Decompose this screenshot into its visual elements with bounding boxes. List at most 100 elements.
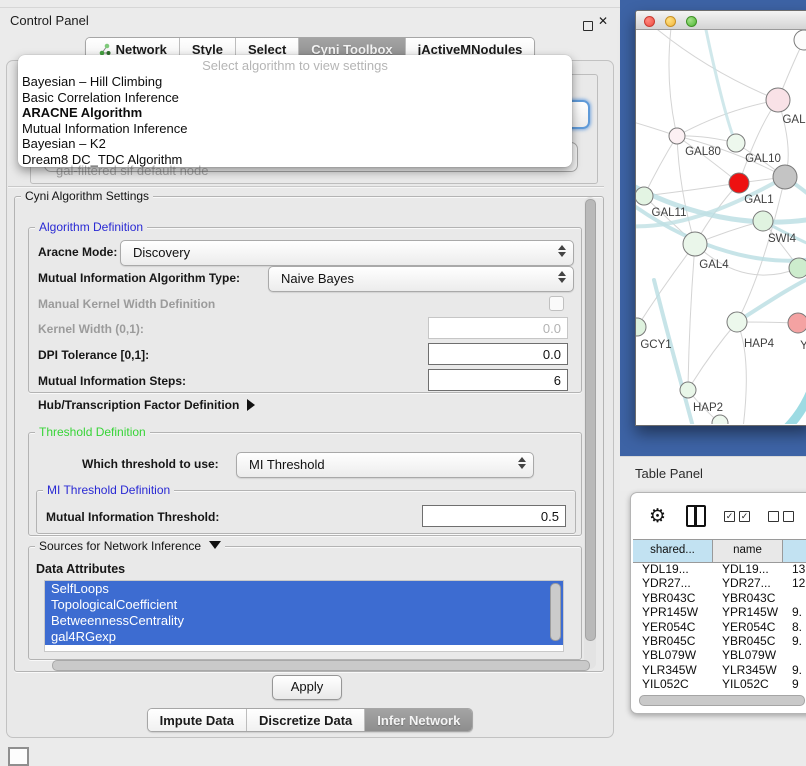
network-node[interactable] <box>683 232 707 256</box>
network-edge <box>646 30 778 100</box>
attribute-item-selected[interactable]: SelfLoops <box>45 581 563 597</box>
attribute-item-selected[interactable]: BetweennessCentrality <box>45 613 563 629</box>
table-hscrollbar-thumb[interactable] <box>639 695 805 706</box>
table-row[interactable]: YPR145WYPR145W9. <box>633 605 806 619</box>
table-cell: YPR145W <box>713 605 783 619</box>
algorithm-option[interactable]: Mutual Information Inference <box>20 121 568 137</box>
divider <box>8 186 604 187</box>
algorithm-option[interactable]: Bayesian – Hill Climbing <box>20 74 568 90</box>
network-node[interactable] <box>789 258 806 278</box>
table-row[interactable]: YDR27...YDR27...12 <box>633 576 806 590</box>
manual-kernel-checkbox[interactable] <box>549 296 564 311</box>
table-row[interactable]: YBR043CYBR043C <box>633 591 806 605</box>
uncheck-all-icon[interactable] <box>768 511 794 522</box>
zoom-traffic-light[interactable] <box>686 16 697 27</box>
aracne-mode-combo[interactable]: Discovery <box>120 240 574 266</box>
settings-scrollbar-thumb[interactable] <box>585 199 596 641</box>
table-cell: YER054C <box>633 620 713 634</box>
stepper-icon <box>518 457 526 469</box>
column-header[interactable] <box>783 540 806 562</box>
network-node[interactable] <box>753 211 773 231</box>
tab-impute-data[interactable]: Impute Data <box>148 709 247 731</box>
table-body: YDL19...YDL19...13YDR27...YDR27...12YBR0… <box>633 562 806 692</box>
network-node[interactable] <box>727 134 745 152</box>
network-node[interactable] <box>636 187 653 205</box>
node-label: HAP4 <box>744 338 775 350</box>
settings-hscrollbar-thumb[interactable] <box>52 660 590 671</box>
network-node[interactable] <box>669 128 685 144</box>
network-node[interactable] <box>712 415 728 424</box>
table-cell: YLR345W <box>713 663 783 677</box>
network-node[interactable] <box>729 173 749 193</box>
table-cell: YBL079W <box>713 648 783 662</box>
dpi-tolerance-field[interactable]: 0.0 <box>428 343 568 365</box>
settings-gear-icon[interactable]: ⚙ <box>649 507 666 526</box>
network-node[interactable] <box>773 165 797 189</box>
list-scrollbar[interactable] <box>550 583 561 641</box>
network-node[interactable] <box>727 312 747 332</box>
attribute-item-selected[interactable]: TopologicalCoefficient <box>45 597 563 613</box>
table-cell: 12 <box>783 576 806 590</box>
apply-button[interactable]: Apply <box>272 675 342 700</box>
network-edge <box>637 244 695 327</box>
table-cell: YDL19... <box>633 562 713 576</box>
network-canvas[interactable]: GALGAL80GAL10GAL1GAL11SWI4GAL4GCY1HAP4YH… <box>636 30 806 424</box>
minimize-traffic-light[interactable] <box>665 16 676 27</box>
network-window-titlebar[interactable] <box>636 11 806 30</box>
network-node[interactable] <box>794 30 806 50</box>
table-cell: 9 <box>783 677 806 691</box>
algorithm-definition-title: Algorithm Definition <box>35 220 147 234</box>
network-edge <box>669 30 677 136</box>
table-header-row: shared...name <box>633 539 806 563</box>
network-edge <box>688 322 737 390</box>
node-label: GAL80 <box>685 146 721 158</box>
network-edge-highlighted <box>744 355 806 424</box>
mi-algorithm-type-value: Naive Bayes <box>281 271 354 286</box>
network-view-window[interactable]: GALGAL80GAL10GAL1GAL11SWI4GAL4GCY1HAP4YH… <box>635 10 806 426</box>
algorithm-option[interactable]: Basic Correlation Inference <box>20 90 568 106</box>
attribute-item-selected[interactable]: gal4RGexp <box>45 629 563 645</box>
split-columns-icon[interactable] <box>686 505 706 527</box>
close-icon[interactable]: ✕ <box>598 14 608 28</box>
mi-algorithm-type-combo[interactable]: Naive Bayes <box>268 266 574 292</box>
table-row[interactable]: YBL079WYBL079W <box>633 648 806 662</box>
unchecked-box-icon <box>783 511 794 522</box>
minimized-panel-icon[interactable] <box>8 747 29 766</box>
hub-definition-toggle[interactable]: Hub/Transcription Factor Definition <box>38 398 255 412</box>
network-node[interactable] <box>680 382 696 398</box>
close-traffic-light[interactable] <box>644 16 655 27</box>
table-cell <box>783 591 806 605</box>
threshold-definition-title: Threshold Definition <box>35 425 150 439</box>
which-threshold-combo[interactable]: MI Threshold <box>236 452 534 478</box>
kernel-width-field[interactable]: 0.0 <box>428 317 568 339</box>
network-node[interactable] <box>788 313 806 333</box>
table-cell <box>783 648 806 662</box>
node-label: GAL <box>782 114 806 126</box>
column-header[interactable]: shared... <box>633 540 713 562</box>
table-cell: YDR27... <box>713 576 783 590</box>
data-attributes-list[interactable]: SelfLoopsTopologicalCoefficientBetweenne… <box>44 580 564 652</box>
node-label: GAL11 <box>652 207 687 219</box>
sources-title[interactable]: Sources for Network Inference <box>35 539 225 553</box>
table-cell: 9. <box>783 605 806 619</box>
column-header[interactable]: name <box>713 540 783 562</box>
table-row[interactable]: YLR345WYLR345W9. <box>633 663 806 677</box>
float-window-icon[interactable] <box>583 21 593 31</box>
table-row[interactable]: YIL052CYIL052C9 <box>633 677 806 691</box>
table-row[interactable]: YBR045CYBR045C9. <box>633 634 806 648</box>
unchecked-box-icon <box>768 511 779 522</box>
tab-discretize-data[interactable]: Discretize Data <box>247 709 365 731</box>
tab-infer-network[interactable]: Infer Network <box>365 709 472 731</box>
stepper-icon <box>558 271 566 283</box>
check-all-icon[interactable]: ✓✓ <box>724 511 750 522</box>
algorithm-option[interactable]: Bayesian – K2 <box>20 136 568 152</box>
node-label: SWI4 <box>768 233 797 245</box>
network-node[interactable] <box>636 318 646 336</box>
data-attributes-label: Data Attributes <box>36 562 125 576</box>
table-row[interactable]: YER054CYER054C8. <box>633 620 806 634</box>
table-row[interactable]: YDL19...YDL19...13 <box>633 562 806 576</box>
mi-steps-field[interactable]: 6 <box>428 369 568 391</box>
algorithm-option[interactable]: ARACNE Algorithm <box>20 105 568 121</box>
network-node[interactable] <box>766 88 790 112</box>
mi-threshold-field[interactable]: 0.5 <box>422 505 566 527</box>
